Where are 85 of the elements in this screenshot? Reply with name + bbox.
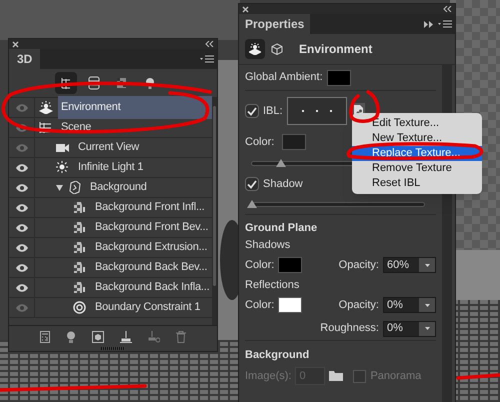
panel-tab[interactable]: Properties xyxy=(239,14,310,34)
layer-name[interactable]: Background Back Infla... xyxy=(92,276,212,299)
eye-icon[interactable] xyxy=(16,244,28,252)
panel-header: Environment xyxy=(299,41,372,58)
subsection-title: Reflections xyxy=(245,278,300,293)
expand-triangle-icon[interactable] xyxy=(56,184,63,190)
layer-name[interactable]: Infinite Light 1 xyxy=(75,156,146,179)
field-label: Global Ambient: xyxy=(245,70,323,86)
annotation-line xyxy=(456,373,500,380)
mesh-icon xyxy=(68,181,82,194)
field-label: Color: xyxy=(245,134,274,150)
collapse-icon[interactable] xyxy=(443,6,452,12)
material-icon xyxy=(73,241,87,254)
close-icon[interactable] xyxy=(242,6,249,12)
menu-item[interactable]: New Texture... xyxy=(352,131,482,146)
field-label: Opacity: xyxy=(338,258,379,273)
cube-icon[interactable] xyxy=(92,330,104,342)
menu-icon[interactable] xyxy=(438,20,452,28)
eye-icon[interactable] xyxy=(16,204,28,212)
texture-preview[interactable] xyxy=(286,97,347,125)
color-swatch[interactable] xyxy=(278,297,302,313)
caret-icon xyxy=(424,327,430,330)
eye-icon[interactable] xyxy=(16,164,28,172)
layer-name[interactable]: Background Extrusion... xyxy=(92,236,210,259)
eye-icon[interactable] xyxy=(16,284,28,292)
trash-icon[interactable] xyxy=(176,330,186,342)
ring-icon xyxy=(73,301,87,314)
eye-icon[interactable] xyxy=(16,264,28,272)
field-label: Color: xyxy=(245,298,274,313)
menu-item[interactable]: Remove Texture xyxy=(352,161,482,176)
light-icon xyxy=(56,161,70,174)
environment-icon xyxy=(39,101,53,114)
checkbox[interactable] xyxy=(245,177,259,191)
checkbox-label: Shadow xyxy=(263,176,303,192)
collapse-icon[interactable] xyxy=(205,41,214,47)
layer-name[interactable]: Background xyxy=(87,176,150,199)
close-icon[interactable] xyxy=(12,40,19,48)
section-title: Ground Plane xyxy=(245,220,318,236)
material-icon xyxy=(73,221,87,234)
caret-icon xyxy=(424,264,430,266)
section-title: Background xyxy=(245,348,310,363)
layer-name[interactable]: Background Front Infl... xyxy=(92,196,208,219)
stamp-icon[interactable] xyxy=(120,330,132,342)
layer-name[interactable]: Current View xyxy=(75,136,142,159)
bulb-icon[interactable] xyxy=(66,330,76,342)
color-swatch[interactable] xyxy=(282,134,306,150)
folder-icon[interactable] xyxy=(329,370,344,382)
subsection-title: Shadows xyxy=(245,238,290,253)
slider-thumb[interactable] xyxy=(247,200,257,208)
cube-icon[interactable] xyxy=(271,43,283,55)
checkbox[interactable] xyxy=(245,104,259,118)
mesh-icon xyxy=(86,75,102,91)
dropdown[interactable]: 0% xyxy=(383,297,436,313)
layer-name[interactable]: Background Back Bev... xyxy=(92,256,210,279)
slider-thumb[interactable] xyxy=(276,158,286,166)
dropdown[interactable]: 60% xyxy=(383,257,436,273)
menu-item[interactable]: Reset IBL xyxy=(352,176,482,191)
camera-icon xyxy=(56,141,70,154)
field-label: Roughness: xyxy=(320,321,379,336)
field-label: Image(s): xyxy=(245,368,292,384)
layer-name[interactable]: Boundary Constraint 1 xyxy=(92,296,204,319)
material-icon xyxy=(73,281,87,294)
field-label: Opacity: xyxy=(338,298,379,313)
layer-name[interactable]: Environment xyxy=(58,96,212,119)
eye-icon[interactable] xyxy=(16,184,28,192)
dropdown[interactable]: 0% xyxy=(383,320,436,336)
caret-icon xyxy=(424,304,430,306)
menu-icon[interactable] xyxy=(200,55,214,63)
eye-icon[interactable] xyxy=(16,224,28,232)
expand-icon[interactable] xyxy=(424,20,434,28)
field-label: Color: xyxy=(245,258,274,273)
panel-tab[interactable]: 3D xyxy=(9,49,40,69)
scrollbar[interactable] xyxy=(212,98,217,325)
layer-name[interactable]: Scene xyxy=(58,116,94,139)
field-label: IBL: xyxy=(263,104,283,119)
color-swatch[interactable] xyxy=(326,70,351,86)
unstamp-icon[interactable] xyxy=(148,330,160,342)
material-icon xyxy=(73,261,87,274)
scene-icon xyxy=(39,121,53,134)
color-swatch[interactable] xyxy=(278,257,302,273)
calculator-icon[interactable] xyxy=(40,330,50,342)
material-icon xyxy=(73,201,87,214)
layer-name[interactable]: Background Front Bev... xyxy=(92,216,212,239)
checkbox-label: Panorama xyxy=(370,368,422,384)
environment-mode-button[interactable] xyxy=(245,39,265,59)
